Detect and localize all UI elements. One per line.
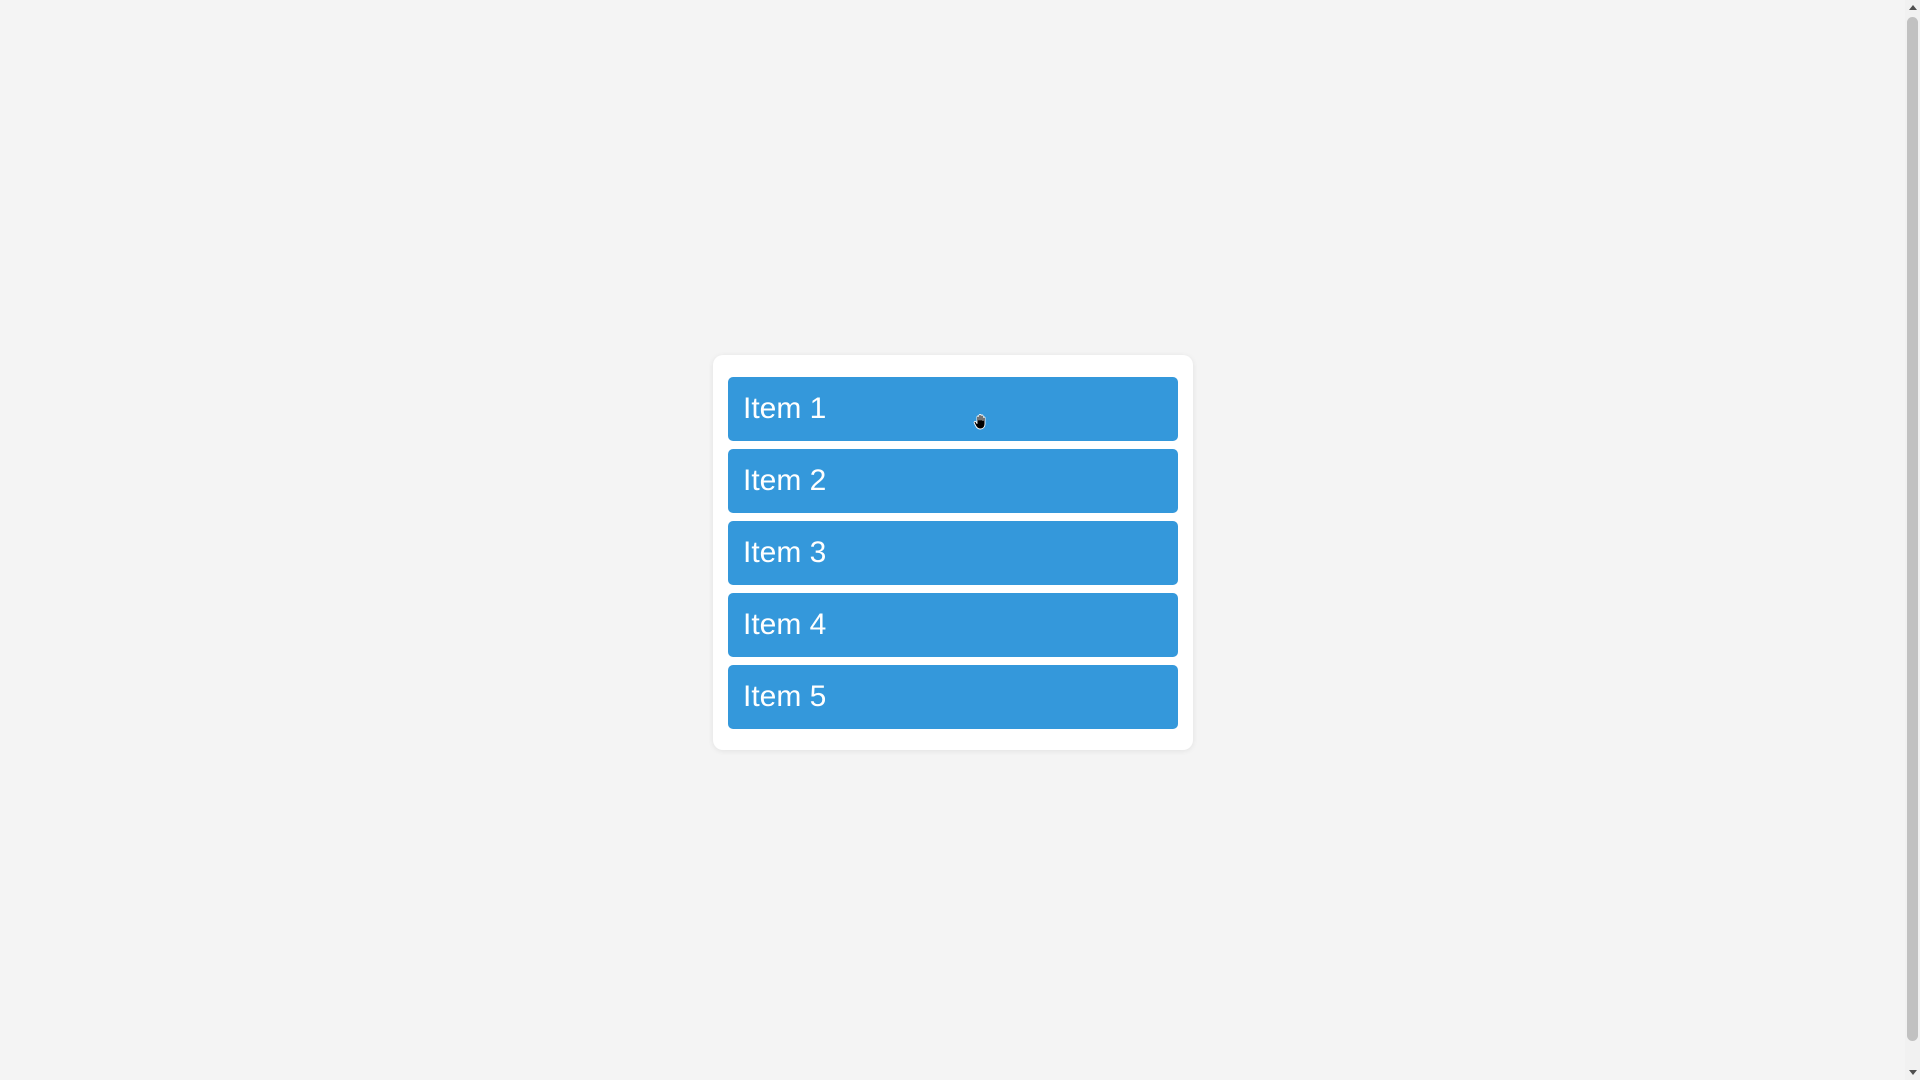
- scrollbar-thumb[interactable]: [1907, 17, 1918, 1041]
- list-item-1[interactable]: Item 1: [728, 377, 1178, 441]
- vertical-scrollbar[interactable]: [1905, 0, 1920, 1080]
- page-viewport: Item 1 Item 2 Item 3 Item 4 Item 5: [0, 0, 1905, 1080]
- scroll-down-arrow-icon[interactable]: [1905, 1065, 1920, 1080]
- sortable-list-card: Item 1 Item 2 Item 3 Item 4 Item 5: [713, 355, 1193, 750]
- list-item-label: Item 4: [743, 608, 827, 641]
- list-item-3[interactable]: Item 3: [728, 521, 1178, 585]
- scroll-up-arrow-icon[interactable]: [1905, 0, 1920, 15]
- list-item-4[interactable]: Item 4: [728, 593, 1178, 657]
- list-item-2[interactable]: Item 2: [728, 449, 1178, 513]
- list-item-label: Item 3: [743, 536, 827, 569]
- list-item-label: Item 5: [743, 680, 827, 713]
- list-item-label: Item 2: [743, 464, 827, 497]
- list-item-5[interactable]: Item 5: [728, 665, 1178, 729]
- list-item-label: Item 1: [743, 392, 827, 425]
